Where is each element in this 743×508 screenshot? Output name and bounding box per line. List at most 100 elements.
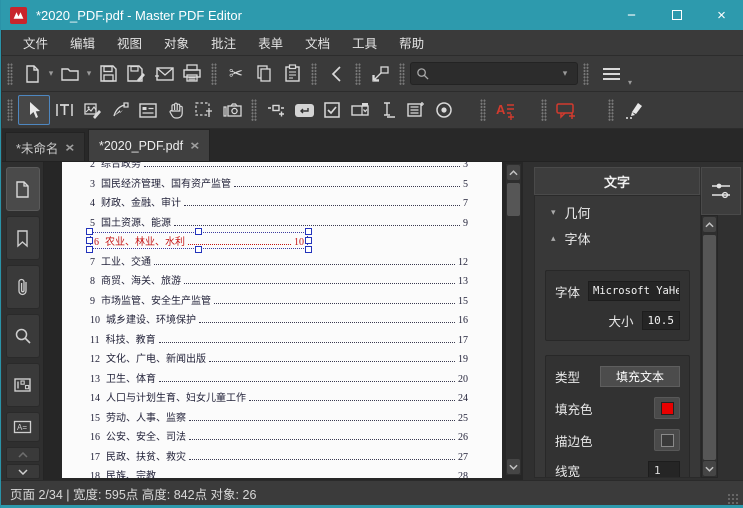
selection-handle[interactable] xyxy=(86,237,93,244)
open-button[interactable] xyxy=(56,60,84,88)
properties-panel-tab[interactable] xyxy=(701,167,741,215)
selection-handle[interactable] xyxy=(305,228,312,235)
toc-row[interactable]: 5国土资源、能源9 xyxy=(90,212,468,232)
toc-entry[interactable]: 4财政、金融、审计7 xyxy=(90,194,468,209)
panel-scrollbar-thumb[interactable] xyxy=(703,235,716,460)
highlight-text-tool-button[interactable]: A xyxy=(491,96,519,124)
menu-item[interactable]: 文档 xyxy=(294,29,341,56)
menu-item[interactable]: 编辑 xyxy=(59,29,106,56)
tab-close-icon[interactable]: × xyxy=(190,138,199,153)
back-button[interactable] xyxy=(322,60,350,88)
search-box[interactable]: ▾ xyxy=(410,62,578,85)
paste-button[interactable] xyxy=(278,60,306,88)
toc-row[interactable]: 7工业、交通12 xyxy=(90,251,468,271)
toc-entry[interactable]: 7工业、交通12 xyxy=(90,253,468,268)
toc-entry[interactable]: 15劳动、人事、监察25 xyxy=(90,409,468,424)
edit-forms-tool-button[interactable] xyxy=(134,96,162,124)
font-family-field[interactable]: Microsoft YaHei xyxy=(588,281,680,301)
type-dropdown[interactable]: 填充文本 xyxy=(600,366,680,387)
pdf-page-canvas[interactable]: 2综合政务3 3国民经济管理、国有资产监管5 4财政、金融、审计7 5国土资源、能源9… xyxy=(62,162,502,478)
maximize-button[interactable] xyxy=(654,0,699,30)
toolbar-drag-handle[interactable] xyxy=(211,63,217,85)
sidebar-form-fields-button[interactable] xyxy=(6,363,40,407)
toolbar-drag-handle[interactable] xyxy=(399,63,405,85)
toc-row[interactable]: 3国民经济管理、国有资产监管5 xyxy=(90,173,468,193)
copy-button[interactable] xyxy=(250,60,278,88)
text-field-button[interactable] xyxy=(374,96,402,124)
sidebar-attachments-button[interactable] xyxy=(6,265,40,309)
hand-tool-button[interactable] xyxy=(162,96,190,124)
toc-entry[interactable]: 3国民经济管理、国有资产监管5 xyxy=(90,175,468,190)
toolbar-drag-handle[interactable] xyxy=(251,99,257,121)
add-link-tool-button[interactable] xyxy=(262,96,290,124)
toc-entry[interactable]: 5国土资源、能源9 xyxy=(90,214,468,229)
search-dropdown[interactable]: ▾ xyxy=(558,60,572,88)
selection-handle[interactable] xyxy=(195,246,202,253)
tab-untitled[interactable]: *未命名 × xyxy=(5,132,85,161)
print-button[interactable] xyxy=(178,60,206,88)
toc-row[interactable]: 4财政、金融、审计7 xyxy=(90,192,468,212)
toolbar-drag-handle[interactable] xyxy=(355,63,361,85)
menu-item[interactable]: 工具 xyxy=(341,29,388,56)
toc-row[interactable]: 2综合政务3 xyxy=(90,162,468,173)
cut-button[interactable]: ✂ xyxy=(222,60,250,88)
sidebar-scroll-up-button[interactable] xyxy=(6,447,40,462)
menu-item[interactable]: 文件 xyxy=(12,29,59,56)
toc-row[interactable]: 17民政、扶贫、救灾27 xyxy=(90,446,468,466)
menu-item[interactable]: 帮助 xyxy=(388,29,435,56)
toc-row[interactable]: 15劳动、人事、监察25 xyxy=(90,407,468,427)
minimize-button[interactable]: − xyxy=(609,0,654,30)
radio-button-field-button[interactable] xyxy=(430,96,458,124)
selection-handle[interactable] xyxy=(305,246,312,253)
save-as-button[interactable] xyxy=(122,60,150,88)
toc-row[interactable]: 10城乡建设、环境保护16 xyxy=(90,309,468,329)
toc-entry-selected[interactable]: 6农业、林业、水利10 xyxy=(90,232,308,249)
menubar[interactable]: 文件编辑视图对象批注表单文档工具帮助 xyxy=(2,30,743,56)
email-button[interactable] xyxy=(150,60,178,88)
push-button-field-button[interactable] xyxy=(290,96,318,124)
panel-scroll-up-button[interactable] xyxy=(703,217,716,232)
toc-row[interactable]: 11科技、教育17 xyxy=(90,329,468,349)
toolbar-drag-handle[interactable] xyxy=(480,99,486,121)
checkbox-field-button[interactable] xyxy=(318,96,346,124)
window-resize-grip[interactable] xyxy=(727,493,739,505)
menu-item[interactable]: 对象 xyxy=(153,29,200,56)
sidebar-signature-button[interactable]: A= xyxy=(6,412,40,442)
sticky-note-tool-button[interactable] xyxy=(552,96,580,124)
toc-entry[interactable]: 14人口与计划生育、妇女儿童工作24 xyxy=(90,389,468,404)
toc-entry[interactable]: 18民族、宗教28 xyxy=(90,467,468,478)
toc-entry[interactable]: 11科技、教育17 xyxy=(90,331,468,346)
tab-close-icon[interactable]: × xyxy=(66,140,75,155)
edit-path-tool-button[interactable] xyxy=(106,96,134,124)
select-tool-button[interactable] xyxy=(18,95,50,125)
toc-row[interactable]: 13卫生、体育20 xyxy=(90,368,468,388)
toolbar-drag-handle[interactable] xyxy=(541,99,547,121)
toc-row[interactable]: 12文化、广电、新闻出版19 xyxy=(90,348,468,368)
panel-scrollbar[interactable] xyxy=(701,215,718,478)
sidebar-search-button[interactable] xyxy=(6,314,40,358)
selection-handle[interactable] xyxy=(305,237,312,244)
select-area-tool-button[interactable] xyxy=(190,96,218,124)
sidebar-pages-button[interactable] xyxy=(6,167,40,211)
panel-scroll-down-button[interactable] xyxy=(703,461,716,476)
toc-row[interactable]: 16公安、安全、司法26 xyxy=(90,426,468,446)
fill-color-button[interactable] xyxy=(654,397,680,419)
font-size-field[interactable]: 10.5 xyxy=(642,311,681,330)
stroke-color-button[interactable] xyxy=(654,429,680,451)
toc-row[interactable]: 18民族、宗教28 xyxy=(90,465,468,478)
section-geometry[interactable]: ▾ 几何 xyxy=(535,196,700,222)
scroll-down-button[interactable] xyxy=(507,459,520,474)
selection-handle[interactable] xyxy=(195,228,202,235)
document-scrollbar[interactable] xyxy=(505,163,522,476)
new-document-button[interactable] xyxy=(18,60,46,88)
toc-row[interactable]: 9市场监管、安全生产监管15 xyxy=(90,290,468,310)
scrollbar-thumb[interactable] xyxy=(507,183,520,216)
menu-item[interactable]: 表单 xyxy=(247,29,294,56)
save-button[interactable] xyxy=(94,60,122,88)
fit-window-button[interactable] xyxy=(366,60,394,88)
selection-handle[interactable] xyxy=(86,246,93,253)
marker-tool-button[interactable] xyxy=(619,96,647,124)
toolbar-drag-handle[interactable] xyxy=(311,63,317,85)
sidebar-scroll-down-button[interactable] xyxy=(6,464,40,479)
toolbar-drag-handle[interactable] xyxy=(583,63,589,85)
